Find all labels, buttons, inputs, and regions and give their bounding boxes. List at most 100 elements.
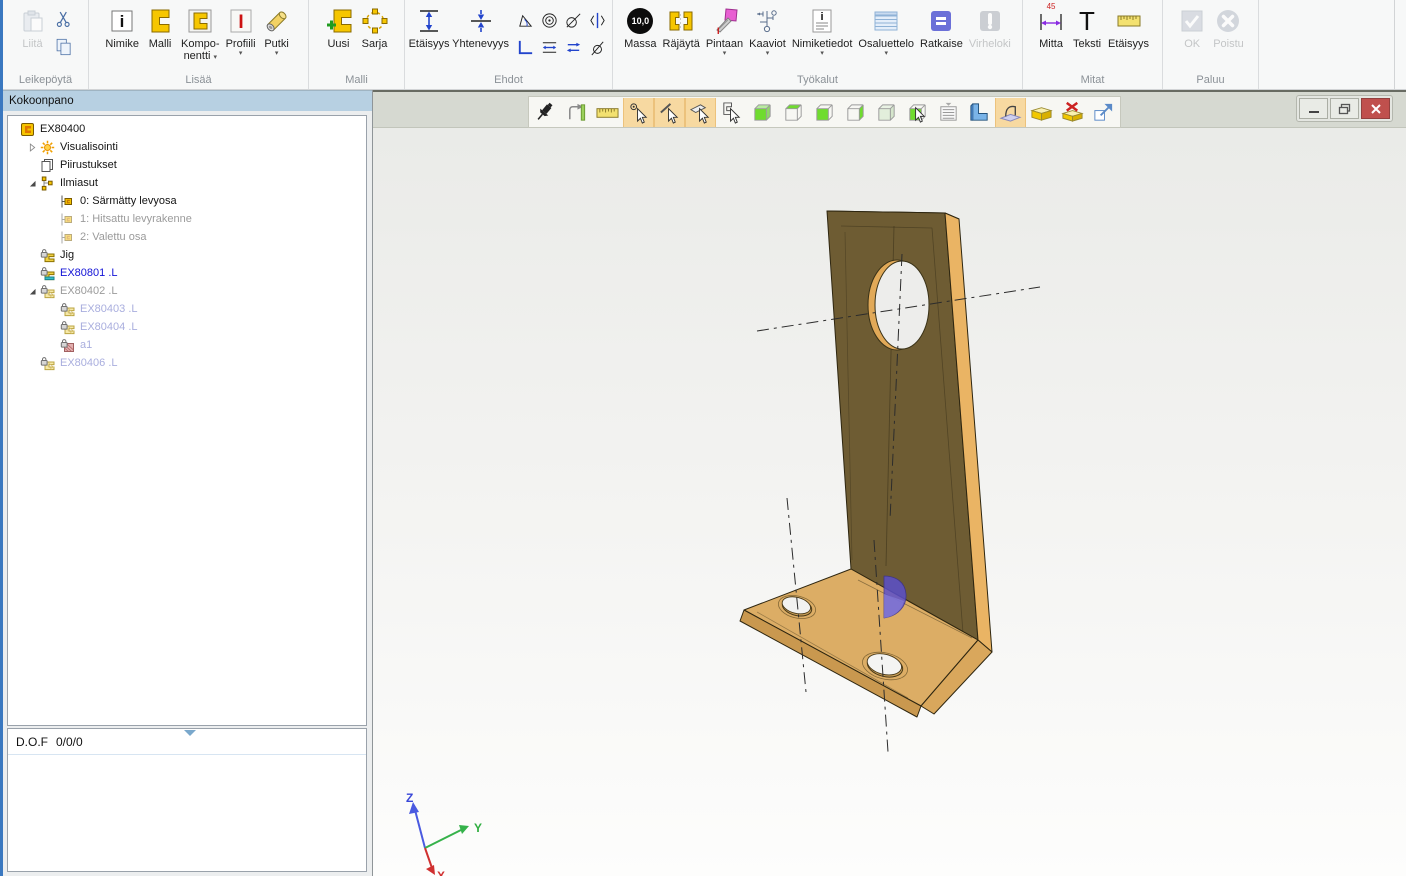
tree-item-ex80801[interactable]: EX80801 .L: [24, 264, 366, 282]
assembly-sidebar: Kokoonpano EX80400 Visualisointi Piirust…: [0, 90, 373, 876]
series-icon: [360, 4, 390, 38]
model-button[interactable]: Malli: [143, 3, 177, 51]
equal-distance-constraint-button[interactable]: [537, 34, 561, 61]
paste-button[interactable]: Liitä: [16, 3, 50, 51]
chevron-down-icon: ▾: [820, 50, 824, 58]
dof-value: 0/0/0: [56, 735, 83, 749]
parts-list-icon: [871, 4, 901, 38]
clipboard-icon: [18, 4, 48, 38]
drawings-icon: [40, 158, 57, 173]
schematics-button[interactable]: Kaaviot ▾: [747, 3, 788, 59]
exit-icon: [1213, 4, 1243, 38]
representation-icon: [60, 194, 77, 209]
assembly-tree: EX80400 Visualisointi Piirustukset Ilmia…: [7, 115, 367, 726]
mass-button[interactable]: 10,0 Massa: [622, 3, 658, 51]
paste-label: Liitä: [22, 38, 42, 50]
equal-distance-icon: [540, 38, 559, 57]
ribbon-group-dimensions: 45 Mitta Teksti Etäisyys Mitat: [1023, 0, 1163, 89]
dimension-button[interactable]: 45 Mitta: [1034, 3, 1068, 51]
chevron-down-icon: ▾: [275, 50, 279, 58]
component-icon: [20, 122, 37, 137]
sidebar-title: Kokoonpano: [0, 90, 372, 111]
dof-panel: D.O.F 0/0/0: [7, 728, 367, 872]
component-button[interactable]: Kompo-nentti ▾: [179, 3, 222, 63]
pipe-icon: [262, 4, 292, 38]
text-icon: [1072, 4, 1102, 38]
dimension-icon: 45: [1036, 4, 1066, 38]
expander-collapsed-icon[interactable]: [24, 140, 40, 155]
error-log-button[interactable]: Virheloki: [967, 3, 1013, 51]
tangent-constraint-button[interactable]: [561, 7, 585, 34]
parts-list-button[interactable]: Osaluettelo ▾: [856, 3, 916, 59]
profile-button[interactable]: Profiili ▾: [224, 3, 258, 59]
tree-item-a1[interactable]: a1: [60, 336, 366, 354]
parallel-icon: [564, 38, 583, 57]
coincidence-button[interactable]: Yhtenevyys: [452, 3, 509, 51]
ribbon-group-clipboard: Liitä Leikepöytä: [3, 0, 89, 89]
3d-model-canvas[interactable]: Z Y X: [373, 90, 1406, 876]
locked-component-icon: [40, 266, 57, 281]
new-button[interactable]: Uusi: [322, 3, 356, 51]
solve-button[interactable]: Ratkaise: [918, 3, 965, 51]
tree-item-jig[interactable]: Jig: [24, 246, 366, 264]
tree-item-hitsattu-levyrakenne[interactable]: 1: Hitsattu levyrakenne: [60, 210, 366, 228]
group-label-dimensions: Mitat: [1023, 74, 1162, 86]
ribbon-group-tools: 10,0 Massa Räjäytä Pintaan ▾ Kaaviot ▾ N…: [613, 0, 1023, 89]
series-button[interactable]: Sarja: [358, 3, 392, 51]
tree-item-ex80403[interactable]: EX80403 .L: [60, 300, 366, 318]
collapse-panel-icon[interactable]: [184, 730, 196, 736]
tree-item-ex80406[interactable]: EX80406 .L: [24, 354, 366, 372]
fix-constraint-button[interactable]: [585, 34, 609, 61]
perpendicular-constraint-button[interactable]: [513, 34, 537, 61]
axis-z-label: Z: [406, 791, 413, 805]
distance-constraint-button[interactable]: Etäisyys: [408, 3, 450, 51]
application-window: Liitä Leikepöytä Nimike Malli Kompo-nent…: [0, 0, 1406, 876]
axis-x-label: X: [437, 869, 445, 876]
tree-item-sarmatty-levyosa[interactable]: 0: Särmätty levyosa: [60, 192, 366, 210]
group-label-return: Paluu: [1163, 74, 1258, 86]
to-surface-button[interactable]: Pintaan ▾: [704, 3, 745, 59]
ribbon-group-insert: Nimike Malli Kompo-nentti ▾ Profiili ▾ P…: [89, 0, 309, 89]
locked-component-icon: [40, 356, 57, 371]
tree-item-ex80400[interactable]: EX80400: [20, 120, 366, 138]
cut-button[interactable]: [52, 7, 76, 31]
expander-expanded-icon[interactable]: [24, 176, 40, 191]
item-data-button[interactable]: Nimiketiedot ▾: [790, 3, 855, 59]
expander-expanded-icon[interactable]: [24, 284, 40, 299]
parallel-constraint-button[interactable]: [561, 34, 585, 61]
locked-part-icon: [60, 338, 77, 353]
pipe-button[interactable]: Putki ▾: [260, 3, 294, 59]
angle-constraint-button[interactable]: [513, 7, 537, 34]
tree-item-ilmiasut[interactable]: Ilmiasut: [24, 174, 366, 192]
error-log-icon: [975, 4, 1005, 38]
explode-button[interactable]: Räjäytä: [661, 3, 702, 51]
profile-icon: [226, 4, 256, 38]
text-button[interactable]: Teksti: [1070, 3, 1104, 51]
exit-button[interactable]: Poistu: [1211, 3, 1246, 51]
coincidence-icon: [466, 4, 496, 38]
ribbon-group-constraints: Etäisyys Yhtenevyys Ehdot: [405, 0, 613, 89]
chevron-down-icon: ▾: [214, 54, 218, 61]
measure-distance-button[interactable]: Etäisyys: [1106, 3, 1151, 51]
concentric-constraint-button[interactable]: [537, 7, 561, 34]
symmetry-icon: [588, 11, 607, 30]
tree-item-valettu-osa[interactable]: 2: Valettu osa: [60, 228, 366, 246]
tree-item-visualisointi[interactable]: Visualisointi: [24, 138, 366, 156]
tree-item-ex80404[interactable]: EX80404 .L: [60, 318, 366, 336]
tree-item-ex80402[interactable]: EX80402 .L: [24, 282, 366, 300]
ruler-icon: [1114, 4, 1144, 38]
tree-item-piirustukset[interactable]: Piirustukset: [24, 156, 366, 174]
copy-button[interactable]: [52, 35, 76, 59]
tangent-icon: [564, 11, 583, 30]
item-button[interactable]: Nimike: [103, 3, 141, 51]
ok-button[interactable]: OK: [1175, 3, 1209, 51]
to-surface-icon: [710, 4, 740, 38]
representation-icon: [60, 212, 77, 227]
chevron-down-icon: ▾: [723, 50, 727, 58]
fix-icon: [588, 38, 607, 57]
group-label-tools: Työkalut: [613, 74, 1022, 86]
copy-icon: [54, 37, 74, 57]
model-viewport[interactable]: Z Y X: [373, 90, 1406, 876]
locked-component-icon: [60, 302, 77, 317]
symmetry-constraint-button[interactable]: [585, 7, 609, 34]
